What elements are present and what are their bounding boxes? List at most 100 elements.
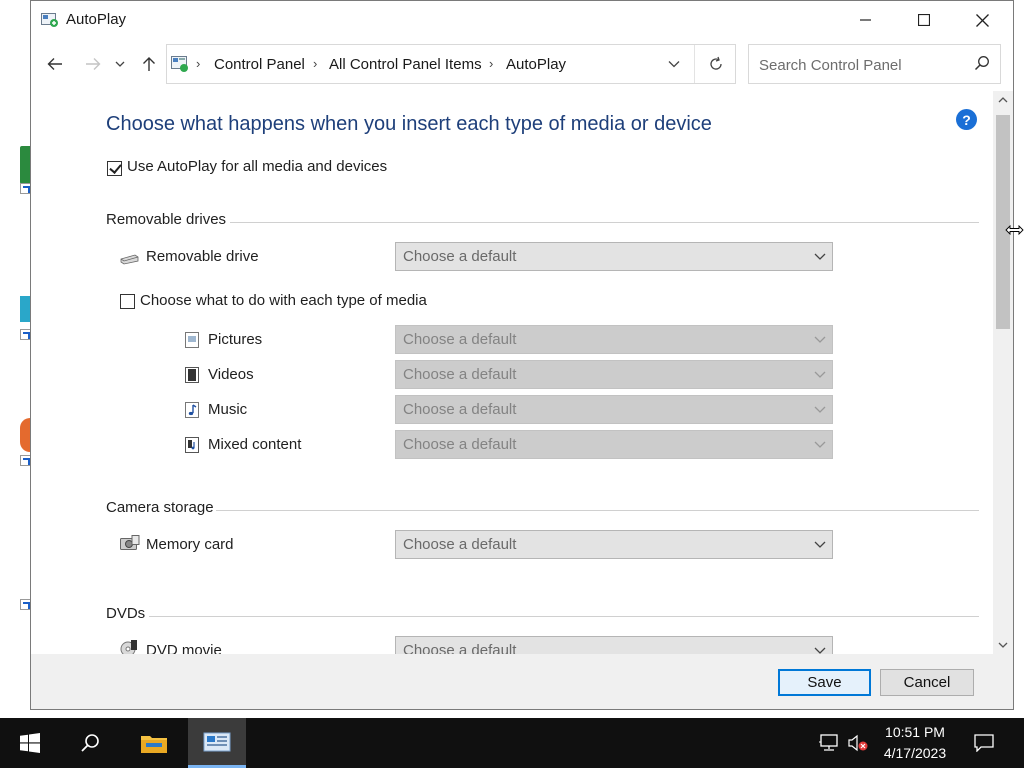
videos-select[interactable]: Choose a default <box>395 360 833 389</box>
select-value: Choose a default <box>403 248 517 265</box>
back-icon <box>47 58 62 70</box>
main-content: Choose what happens when you insert each… <box>31 91 993 654</box>
pictures-icon <box>185 332 203 348</box>
page-title: Choose what happens when you insert each… <box>106 113 712 135</box>
removable-drive-select[interactable]: Choose a default <box>395 242 833 271</box>
chevron-down-icon <box>814 406 826 413</box>
select-value: Choose a default <box>403 331 517 348</box>
chevron-down-icon <box>814 253 826 260</box>
select-value: Choose a default <box>403 642 517 654</box>
taskbar: 10:51 PM 4/17/2023 <box>0 718 1024 768</box>
network-icon[interactable] <box>816 718 842 768</box>
scroll-down-button[interactable] <box>993 636 1013 654</box>
system-clock[interactable]: 10:51 PM 4/17/2023 <box>872 722 958 764</box>
select-value: Choose a default <box>403 401 517 418</box>
memory-card-icon <box>120 535 140 551</box>
removable-drive-icon <box>119 252 139 268</box>
clock-time: 10:51 PM <box>885 724 945 740</box>
per-media-checkbox[interactable] <box>120 294 135 309</box>
breadcrumb-separator-icon[interactable]: › <box>489 56 493 71</box>
pictures-select[interactable]: Choose a default <box>395 325 833 354</box>
vertical-scrollbar[interactable] <box>993 91 1013 654</box>
up-button[interactable] <box>135 49 163 79</box>
music-select[interactable]: Choose a default <box>395 395 833 424</box>
back-button[interactable] <box>41 49 69 79</box>
chevron-down-icon <box>814 371 826 378</box>
cancel-button[interactable]: Cancel <box>880 669 974 696</box>
mixed-content-label: Mixed content <box>208 436 302 453</box>
select-value: Choose a default <box>403 436 517 453</box>
search-button[interactable] <box>64 718 116 768</box>
dvd-movie-label: DVD movie <box>146 642 222 654</box>
dialog-footer: Save Cancel <box>31 654 1013 709</box>
up-icon <box>143 57 155 71</box>
maximize-button[interactable] <box>895 1 953 39</box>
close-button[interactable] <box>953 1 1011 39</box>
control-panel-icon <box>203 732 231 751</box>
pictures-label: Pictures <box>208 331 263 348</box>
music-label: Music <box>208 401 248 418</box>
forward-button[interactable] <box>79 49 107 79</box>
recent-icon <box>115 61 125 67</box>
help-icon[interactable]: ? <box>956 109 977 130</box>
control-panel-icon <box>171 55 189 73</box>
breadcrumb-all-items[interactable]: All Control Panel Items <box>329 56 482 73</box>
breadcrumb-control-panel[interactable]: Control Panel <box>214 56 305 73</box>
refresh-icon <box>709 56 722 70</box>
memory-card-select[interactable]: Choose a default <box>395 530 833 559</box>
memory-card-label: Memory card <box>146 536 234 553</box>
address-history-dropdown[interactable] <box>659 45 689 83</box>
volume-muted-icon[interactable] <box>845 718 871 768</box>
section-removable-drives: Removable drives <box>106 211 227 228</box>
scrollbar-thumb[interactable] <box>996 115 1010 329</box>
autoplay-window: AutoPlay › Control Panel › All Control P… <box>30 0 1014 710</box>
forward-icon <box>86 58 101 70</box>
videos-label: Videos <box>208 366 254 383</box>
music-icon <box>185 402 203 418</box>
notification-icon <box>974 734 994 752</box>
removable-drive-label: Removable drive <box>146 248 259 265</box>
autoplay-taskbar-button[interactable] <box>188 718 246 768</box>
search-icon <box>81 734 99 752</box>
search-input[interactable] <box>757 54 957 76</box>
section-divider <box>230 222 979 223</box>
save-button[interactable]: Save <box>778 669 871 696</box>
resize-cursor-icon <box>1005 223 1024 240</box>
app-icon <box>41 12 59 28</box>
section-dvds: DVDs <box>106 605 146 622</box>
per-media-label[interactable]: Choose what to do with each type of medi… <box>140 292 427 309</box>
start-button[interactable] <box>0 718 60 768</box>
start-icon <box>20 733 40 753</box>
scroll-up-button[interactable] <box>993 91 1013 109</box>
file-explorer-icon <box>141 736 167 753</box>
file-explorer-button[interactable] <box>128 718 180 768</box>
minimize-button[interactable] <box>837 1 895 39</box>
dvd-movie-select[interactable]: Choose a default <box>395 636 833 654</box>
use-autoplay-label[interactable]: Use AutoPlay for all media and devices <box>127 158 387 175</box>
section-divider <box>216 510 979 511</box>
use-autoplay-checkbox[interactable] <box>107 161 122 176</box>
chevron-up-icon <box>998 97 1008 103</box>
section-camera-storage: Camera storage <box>106 499 214 516</box>
clock-date: 4/17/2023 <box>883 745 947 761</box>
window-title: AutoPlay <box>66 11 127 28</box>
refresh-button[interactable] <box>694 45 736 83</box>
notification-button[interactable] <box>966 718 1002 768</box>
chevron-down-icon <box>668 61 680 68</box>
search-box[interactable] <box>748 44 1001 84</box>
address-bar[interactable]: › Control Panel › All Control Panel Item… <box>166 44 736 84</box>
select-value: Choose a default <box>403 366 517 383</box>
chevron-down-icon <box>814 336 826 343</box>
mixed-content-icon <box>185 437 203 453</box>
search-icon[interactable] <box>974 55 990 75</box>
dvd-icon <box>120 639 138 654</box>
chevron-down-icon <box>998 642 1008 648</box>
mixed-content-select[interactable]: Choose a default <box>395 430 833 459</box>
breadcrumb-autoplay[interactable]: AutoPlay <box>506 56 566 73</box>
select-value: Choose a default <box>403 536 517 553</box>
breadcrumb-separator-icon[interactable]: › <box>313 56 317 71</box>
title-bar[interactable]: AutoPlay <box>31 1 1013 39</box>
breadcrumb-separator-icon[interactable]: › <box>196 56 200 71</box>
chevron-down-icon <box>814 441 826 448</box>
recent-locations-button[interactable] <box>110 49 130 79</box>
